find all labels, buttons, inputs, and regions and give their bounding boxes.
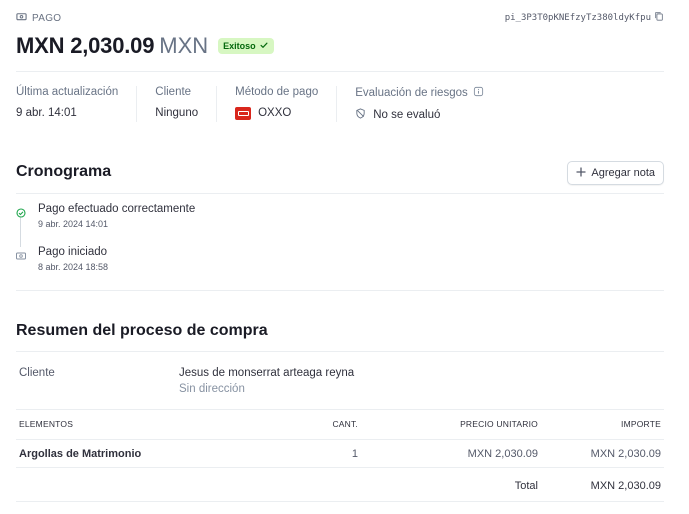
status-badge: Exitoso <box>218 38 274 54</box>
column-header-items: ELEMENTOS <box>19 419 74 429</box>
timeline-title: Cronograma <box>16 163 112 180</box>
column-header-unit-price: PRECIO UNITARIO <box>460 419 538 429</box>
total-value: MXN 2,030.09 <box>590 480 661 492</box>
amount-row: MXN 2,030.09 MXN Exitoso <box>16 33 274 59</box>
divider <box>16 71 664 72</box>
line-item-unit-price: MXN 2,030.09 <box>467 448 538 460</box>
divider <box>16 439 664 440</box>
shield-icon <box>355 108 366 122</box>
divider <box>16 409 664 410</box>
line-item-name: Argollas de Matrimonio <box>19 448 142 460</box>
detail-payment-method: Método de pago OXXO <box>235 86 338 122</box>
check-icon <box>259 40 269 52</box>
info-icon[interactable] <box>473 86 484 100</box>
section-label: PAGO <box>16 11 61 25</box>
detail-customer: Cliente Ninguno <box>155 86 218 122</box>
summary-customer-address: Sin dirección <box>179 383 245 395</box>
payment-amount: MXN 2,030.09 <box>16 33 155 58</box>
detail-last-updated: Última actualización 9 abr. 14:01 <box>16 86 138 122</box>
plus-icon <box>576 166 587 180</box>
divider <box>16 351 664 352</box>
total-label: Total <box>514 480 538 492</box>
summary-customer-name: Jesus de monserrat arteaga reyna <box>179 367 355 379</box>
divider <box>16 501 664 502</box>
divider <box>16 467 664 468</box>
column-header-qty: CANT. <box>332 419 358 429</box>
payment-currency: MXN <box>159 33 209 58</box>
add-note-button[interactable]: Agregar nota <box>567 161 664 185</box>
header-top-row: PAGO pi_3P3T0pKNEfzyTz380ldyKfpu <box>16 11 664 25</box>
column-header-amount: IMPORTE <box>621 419 661 429</box>
line-item-amount: MXN 2,030.09 <box>590 448 661 460</box>
oxxo-logo-icon <box>235 106 252 120</box>
check-circle-icon <box>16 205 26 218</box>
payment-id[interactable]: pi_3P3T0pKNEfzyTz380ldyKfpu <box>505 11 664 24</box>
timeline-connector <box>20 217 21 247</box>
money-icon <box>16 11 27 25</box>
divider <box>16 290 664 291</box>
copy-icon[interactable] <box>654 11 664 24</box>
money-icon <box>16 248 26 260</box>
detail-risk-evaluation: Evaluación de riesgos No se evaluó <box>355 86 502 122</box>
divider <box>16 193 664 194</box>
payment-details: Última actualización 9 abr. 14:01 Client… <box>16 86 520 122</box>
summary-title: Resumen del proceso de compra <box>16 322 268 339</box>
summary-customer-label: Cliente <box>19 367 55 379</box>
line-item-qty: 1 <box>351 448 358 460</box>
